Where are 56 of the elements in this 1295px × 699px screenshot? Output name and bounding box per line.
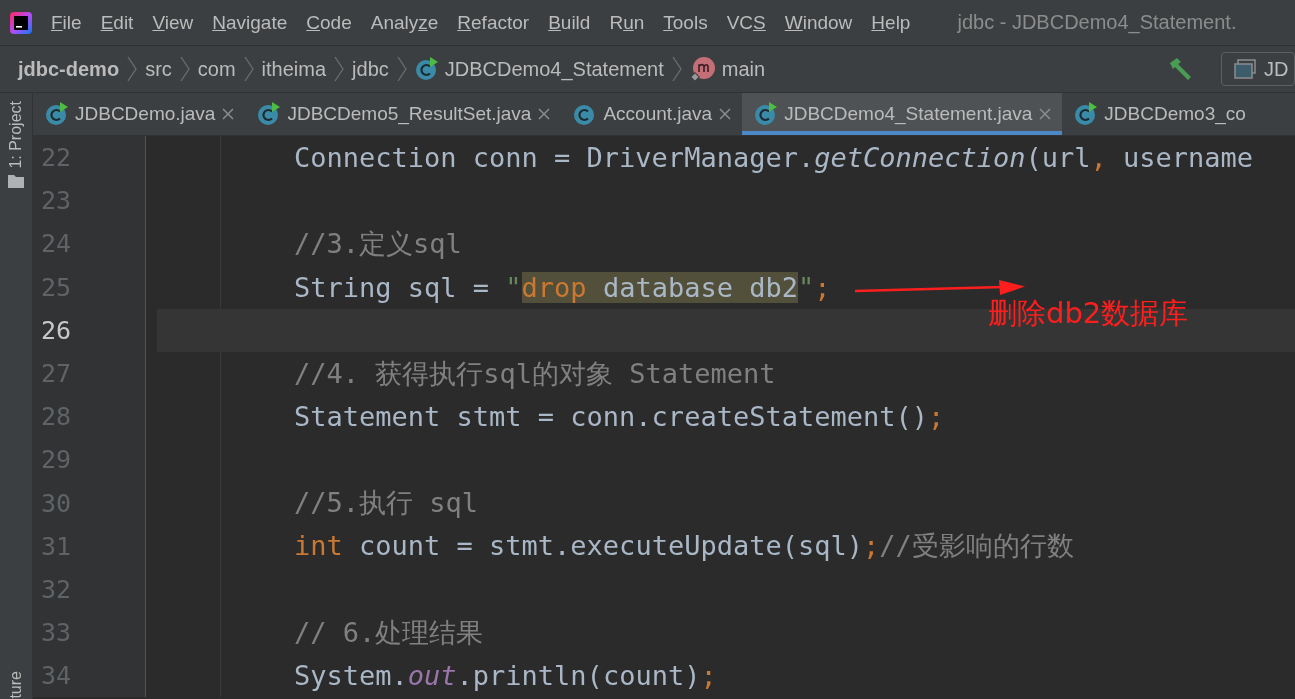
menu-item[interactable]: View (152, 11, 194, 34)
menu-item[interactable]: VCS (726, 11, 766, 34)
menu-item[interactable]: Window (784, 11, 853, 34)
code-line: //5.执行 sql (294, 486, 479, 521)
code-line: Connection conn = DriverManager.getConnection(url, username (294, 142, 1254, 174)
tool-window-button[interactable]: 1: Project (7, 101, 25, 169)
editor-tab[interactable]: JDBCDemo.java (33, 93, 246, 135)
close-icon[interactable] (221, 107, 236, 121)
window-icon (1234, 59, 1256, 79)
breadcrumb-item[interactable]: src (145, 57, 172, 81)
breadcrumb-separator-icon (334, 56, 345, 82)
method-icon (689, 56, 716, 82)
close-icon[interactable] (537, 107, 552, 121)
menu-item[interactable]: Tools (663, 11, 708, 34)
breadcrumb-item[interactable]: main (689, 56, 766, 82)
folder-icon (8, 174, 24, 188)
breadcrumb-item[interactable]: itheima (261, 57, 327, 81)
menu-item[interactable]: Analyze (370, 11, 439, 34)
editor-tab[interactable]: Account.java (561, 93, 743, 135)
runnable-class-icon (414, 57, 439, 81)
breadcrumb-item[interactable]: jdbc-demo (18, 57, 120, 81)
close-icon[interactable] (718, 107, 733, 121)
code-line: String sql = "drop database db2"; (294, 271, 831, 303)
breadcrumb-item[interactable]: jdbc (352, 57, 389, 81)
breadcrumb-separator-icon (396, 56, 407, 82)
breadcrumb-item[interactable]: com (197, 57, 236, 81)
hammer-icon[interactable] (1167, 56, 1193, 82)
breadcrumb-separator-icon (243, 56, 254, 82)
menu-item[interactable]: Run (609, 11, 645, 34)
code-line: System.out.println(count); (294, 660, 717, 692)
close-icon[interactable] (1038, 107, 1053, 121)
editor-tab[interactable]: JDBCDemo3_co (1062, 93, 1256, 135)
menu-item[interactable]: Code (306, 11, 352, 34)
breadcrumb-separator-icon (179, 56, 190, 82)
editor-tab[interactable]: JDBCDemo5_ResultSet.java (245, 93, 562, 135)
editor-tab[interactable]: JDBCDemo4_Statement.java (742, 93, 1063, 135)
code-line: Statement stmt = conn.createStatement(); (294, 401, 945, 433)
breadcrumb-separator-icon (127, 56, 138, 82)
tool-window-button[interactable]: ture (7, 671, 25, 699)
line-number: 26 (41, 315, 72, 345)
menu-item[interactable]: Navigate (212, 11, 288, 34)
menu-item[interactable]: Build (548, 11, 591, 34)
code-line: // 6.处理结果 (294, 615, 484, 650)
run-configuration-selector[interactable]: JD (1221, 52, 1295, 86)
window-title: jdbc - JDBCDemo4_Statement. (957, 11, 1237, 34)
annotation-text: 删除db2数据库 (988, 295, 1189, 332)
app-logo-icon[interactable] (10, 11, 32, 34)
breadcrumb-separator-icon (671, 56, 682, 82)
menu-item[interactable]: Edit (100, 11, 134, 34)
menu-item[interactable]: Refactor (457, 11, 530, 34)
code-line: int count = stmt.executeUpdate(sql);//受影响的行数 (294, 529, 1074, 564)
code-line: //4. 获得执行sql的对象 Statement (294, 356, 776, 391)
breadcrumb-item[interactable]: JDBCDemo4_Statement (414, 57, 664, 81)
menu-item[interactable]: Help (871, 11, 911, 34)
menu-item[interactable]: File (51, 11, 82, 34)
code-line: //3.定义sql (294, 226, 462, 261)
